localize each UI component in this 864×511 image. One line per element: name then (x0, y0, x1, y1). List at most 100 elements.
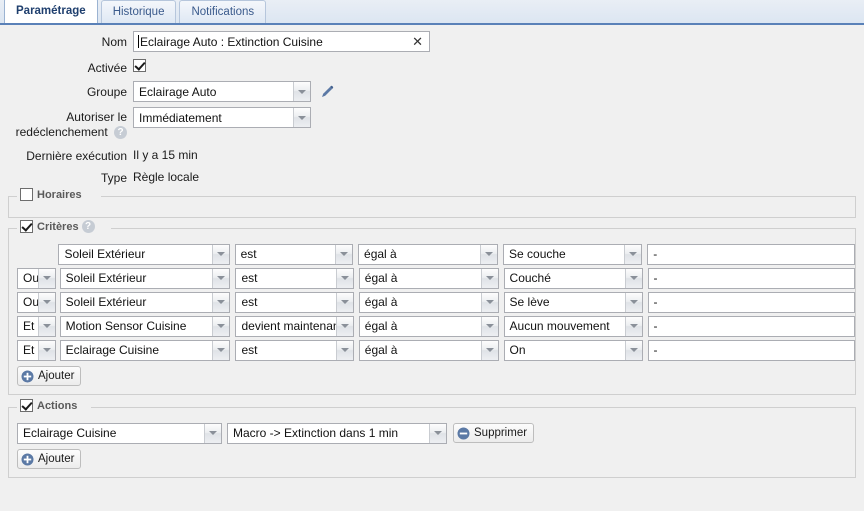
chevron-down-icon[interactable] (625, 293, 642, 312)
fieldset-line-right (91, 407, 855, 408)
label-nom: Nom (0, 31, 133, 50)
chevron-down-icon[interactable] (429, 424, 446, 443)
retrigger-select-value: Immédiatement (134, 111, 293, 125)
criteria-extra-field[interactable]: - (648, 316, 855, 337)
chevron-down-icon[interactable] (204, 424, 221, 443)
criteres-body: Soleil Extérieur est égal à Se couche - (9, 228, 855, 386)
criteria-event-select[interactable]: est (235, 268, 353, 289)
actions-checkbox[interactable] (20, 399, 33, 412)
chevron-down-icon[interactable] (212, 269, 229, 288)
criteria-event-select[interactable]: est (235, 292, 353, 313)
tab-parametrage[interactable]: Paramétrage (4, 0, 98, 23)
chevron-down-icon[interactable] (212, 341, 229, 360)
criteria-operator-value: égal à (360, 319, 481, 333)
minus-circle-icon (457, 427, 470, 440)
name-input[interactable]: Eclairage Auto : Extinction Cuisine ✕ (133, 31, 430, 52)
criteria-extra-field[interactable]: - (648, 292, 855, 313)
chevron-down-icon[interactable] (212, 293, 229, 312)
chevron-down-icon[interactable] (480, 245, 497, 264)
tab-notifications-label: Notifications (191, 6, 254, 18)
criteres-legend-label: Critères (37, 221, 79, 233)
criteria-value-select[interactable]: Aucun mouvement (504, 316, 643, 337)
add-action-button[interactable]: Ajouter (17, 449, 81, 469)
criteria-operator-select[interactable]: égal à (358, 244, 498, 265)
criteria-event-select[interactable]: est (235, 340, 353, 361)
criteria-operator-select[interactable]: égal à (359, 268, 499, 289)
criteria-join-select[interactable]: Ou (17, 268, 56, 289)
field-row-type: Type Règle locale (0, 167, 864, 186)
criteria-object-select[interactable]: Soleil Extérieur (58, 244, 229, 265)
chevron-down-icon[interactable] (625, 269, 642, 288)
criteres-add-row: Ajouter (9, 362, 855, 386)
chevron-down-icon[interactable] (212, 317, 229, 336)
criteria-extra-field[interactable]: - (648, 340, 855, 361)
chevron-down-icon[interactable] (481, 269, 498, 288)
chevron-down-icon[interactable] (624, 245, 641, 264)
horaires-checkbox[interactable] (20, 188, 33, 201)
group-select[interactable]: Eclairage Auto (133, 81, 311, 102)
actions-add-row: Ajouter (9, 445, 855, 469)
criteria-operator-select[interactable]: égal à (359, 292, 499, 313)
criteria-object-select[interactable]: Soleil Extérieur (60, 268, 231, 289)
criteria-event-select[interactable]: est (235, 244, 353, 265)
action-command-value: Macro -> Extinction dans 1 min (228, 426, 429, 440)
chevron-down-icon[interactable] (293, 82, 310, 101)
criteria-operator-select[interactable]: égal à (359, 340, 499, 361)
add-criteria-button[interactable]: Ajouter (17, 366, 81, 386)
retrigger-select[interactable]: Immédiatement (133, 107, 311, 128)
criteria-join-select[interactable]: Et (17, 340, 56, 361)
enabled-checkbox[interactable] (133, 59, 146, 72)
table-row: Ou Soleil Extérieur est égal à Couché - (9, 266, 855, 290)
chevron-down-icon[interactable] (38, 317, 55, 336)
criteria-value-select[interactable]: On (504, 340, 643, 361)
chevron-down-icon[interactable] (481, 317, 498, 336)
chevron-down-icon[interactable] (481, 341, 498, 360)
chevron-down-icon[interactable] (38, 341, 55, 360)
chevron-down-icon[interactable] (212, 245, 229, 264)
criteria-object-select[interactable]: Soleil Extérieur (60, 292, 231, 313)
tab-historique[interactable]: Historique (101, 0, 177, 23)
criteria-object-select[interactable]: Motion Sensor Cuisine (60, 316, 231, 337)
criteria-operator-select[interactable]: égal à (359, 316, 499, 337)
action-object-select[interactable]: Eclairage Cuisine (17, 423, 222, 444)
chevron-down-icon[interactable] (38, 269, 55, 288)
value-type: Règle locale (133, 167, 199, 184)
action-command-select[interactable]: Macro -> Extinction dans 1 min (227, 423, 447, 444)
criteria-value-select[interactable]: Se lève (504, 292, 643, 313)
criteria-extra-field[interactable]: - (648, 268, 855, 289)
criteria-join-select[interactable]: Et (17, 316, 56, 337)
criteria-event-value: est (236, 343, 335, 357)
chevron-down-icon[interactable] (625, 341, 642, 360)
table-row: Soleil Extérieur est égal à Se couche - (9, 242, 855, 266)
clear-icon[interactable]: ✕ (412, 34, 423, 50)
chevron-down-icon[interactable] (336, 317, 353, 336)
horaires-legend-label: Horaires (37, 189, 82, 201)
criteria-object-select[interactable]: Eclairage Cuisine (60, 340, 231, 361)
chevron-down-icon[interactable] (625, 317, 642, 336)
chevron-down-icon[interactable] (38, 293, 55, 312)
chevron-down-icon[interactable] (481, 293, 498, 312)
delete-action-button[interactable]: Supprimer (453, 423, 534, 443)
criteria-event-select[interactable]: devient maintenant (235, 316, 353, 337)
tab-parametrage-label: Paramétrage (16, 5, 86, 17)
criteria-join-select[interactable]: Ou (17, 292, 56, 313)
chevron-down-icon[interactable] (335, 245, 352, 264)
rule-settings-form: Nom Eclairage Auto : Extinction Cuisine … (0, 25, 864, 186)
chevron-down-icon[interactable] (336, 269, 353, 288)
help-icon[interactable]: ? (114, 126, 127, 139)
criteria-value-select[interactable]: Se couche (503, 244, 642, 265)
criteria-operator-value: égal à (360, 343, 481, 357)
tab-notifications[interactable]: Notifications (179, 0, 266, 23)
pencil-icon[interactable] (319, 84, 335, 100)
criteres-checkbox[interactable] (20, 220, 33, 233)
criteria-value-value: Se lève (505, 295, 625, 309)
chevron-down-icon[interactable] (336, 341, 353, 360)
field-row-autoriser: Autoriser le redéclenchement ? Immédiate… (0, 107, 864, 140)
criteria-value-select[interactable]: Couché (504, 268, 643, 289)
criteria-extra-field[interactable]: - (647, 244, 855, 265)
label-derniere-execution: Dernière exécution (0, 145, 133, 164)
criteria-event-value: est (236, 271, 335, 285)
help-icon[interactable]: ? (82, 220, 95, 233)
chevron-down-icon[interactable] (336, 293, 353, 312)
chevron-down-icon[interactable] (293, 108, 310, 127)
